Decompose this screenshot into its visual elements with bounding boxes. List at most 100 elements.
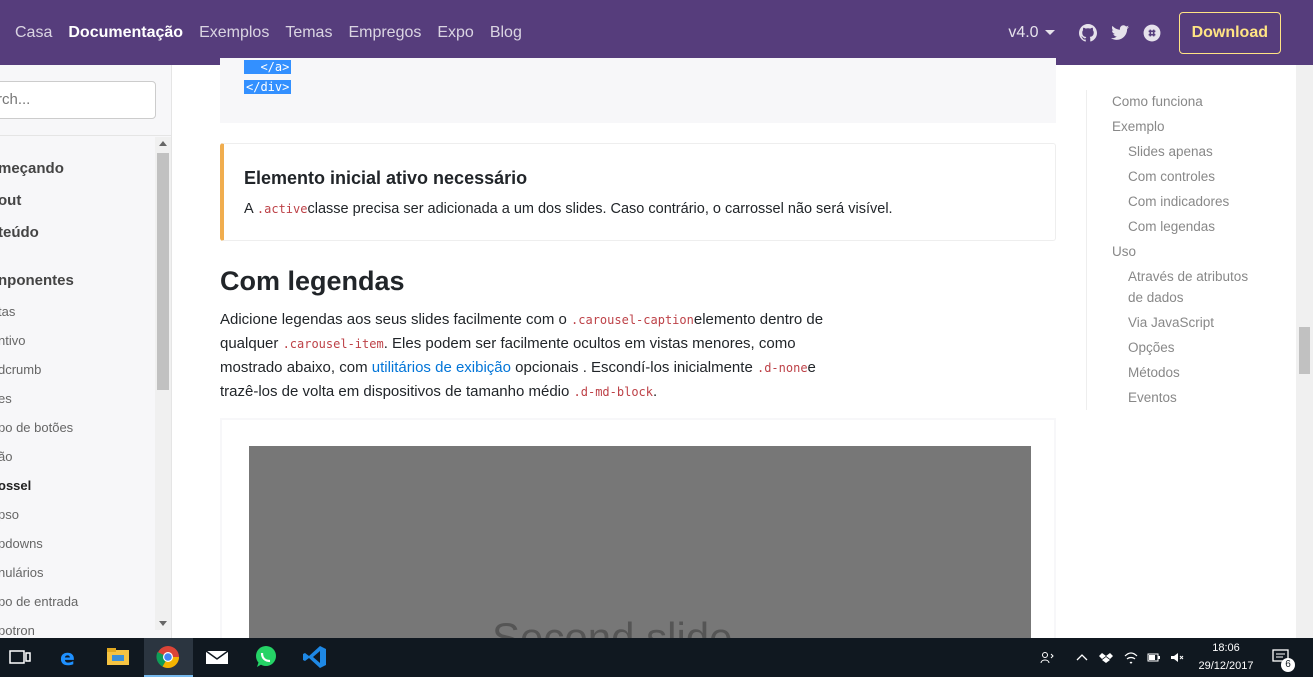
clock-date[interactable]: 29/12/2017 [1196,660,1256,672]
nav-link-empregos[interactable]: Empregos [348,24,421,42]
slack-icon[interactable] [1143,24,1161,42]
sidebar-item[interactable]: tas [0,304,15,319]
notification-count: 6 [1285,659,1291,670]
inline-code: .d-md-block [573,385,653,399]
sidebar-section-layout[interactable]: out [0,192,21,209]
sidebar-item[interactable]: ntivo [0,333,25,348]
example-box: ‹ Second slide › [220,418,1056,656]
text: trazê-los de volta em dispositivos de ta… [220,383,574,400]
scroll-up-icon[interactable] [159,141,167,146]
callout-text-prefix: A [244,201,257,217]
file-explorer-icon[interactable] [105,644,131,670]
edge-icon[interactable]: e [56,644,82,670]
chrome-icon[interactable] [155,644,181,670]
nav-links: Casa Documentação Exemplos Temas Emprego… [0,24,538,42]
table-of-contents: Como funciona Exemplo Slides apenas Com … [1086,90,1276,410]
clock-time[interactable]: 18:06 [1196,642,1256,654]
text: mostrado abaixo, com [220,359,372,376]
twitter-icon[interactable] [1110,24,1129,42]
sidebar-item[interactable]: pdowns [0,536,43,551]
task-view-icon[interactable] [7,644,33,670]
inline-code: .d-none [756,361,808,375]
warning-callout: Elemento inicial ativo necessário A .act… [220,143,1056,241]
left-sidebar: rch... meçando out teúdo nponentes tas n… [0,65,172,638]
sidebar-item[interactable]: es [0,391,12,406]
toc-item[interactable]: Com controles [1128,169,1215,184]
carousel-slide: ‹ Second slide › [249,446,1031,656]
sidebar-item[interactable]: ão [0,449,12,464]
paragraph-line: qualquer .carousel-item. Eles podem ser … [220,335,796,352]
display-utilities-link[interactable]: utilitários de exibição [372,359,511,376]
nav-right: v4.0 Download [1008,0,1281,65]
whatsapp-icon[interactable] [253,644,279,670]
toc-item[interactable]: Exemplo [1112,119,1165,134]
download-button[interactable]: Download [1178,11,1281,54]
nav-link-expo[interactable]: Expo [437,24,473,42]
code-line: </div> [244,80,292,94]
toc-item[interactable]: Via JavaScript [1128,315,1214,330]
people-icon[interactable] [1040,651,1054,664]
toc-item[interactable]: de dados [1128,290,1184,305]
sidebar-item[interactable]: nulários [0,565,44,580]
sidebar-section-conteudo[interactable]: teúdo [0,224,39,241]
chevron-down-icon [1044,30,1055,35]
toc-item[interactable]: Com indicadores [1128,194,1229,209]
sidebar-divider [0,135,171,136]
dropbox-icon[interactable] [1099,651,1113,664]
inline-code: .active [256,202,308,216]
section-title: Com legendas [220,266,405,296]
sidebar-item[interactable]: po de botões [0,420,73,435]
text: Adicione legendas aos seus slides facilm… [220,311,572,328]
version-label: v4.0 [1008,23,1039,41]
vscode-icon[interactable] [302,644,328,670]
toc-item[interactable]: Métodos [1128,365,1180,380]
nav-link-casa[interactable]: Casa [15,24,52,42]
battery-icon[interactable] [1147,651,1161,664]
github-icon[interactable] [1078,23,1097,42]
text: elemento dentro de [693,311,824,328]
search-input[interactable]: rch... [0,81,156,119]
main-scrollbar-thumb[interactable] [1299,327,1310,374]
text: e [807,359,816,376]
toc-item[interactable]: Opções [1128,340,1175,355]
sidebar-item[interactable]: po de entrada [0,594,78,609]
sidebar-section-comecando[interactable]: meçando [0,160,64,177]
inline-code: .carousel-caption [571,313,694,327]
text: . [653,383,658,400]
toc-item[interactable]: Eventos [1128,390,1177,405]
scroll-down-icon[interactable] [159,621,167,626]
sidebar-scrollbar[interactable] [155,137,171,630]
callout-text: A .activeclasse precisa ser adicionada a… [244,201,893,217]
sidebar-item[interactable]: dcrumb [0,362,41,377]
sidebar-scrollbar-thumb[interactable] [157,153,169,390]
windows-taskbar: e 18:06 29/12/2017 6 [0,638,1313,677]
sidebar-item[interactable]: potron [0,623,35,638]
sidebar-section-componentes[interactable]: nponentes [0,272,74,289]
version-dropdown[interactable]: v4.0 [1008,23,1055,42]
toc-item[interactable]: Com legendas [1128,219,1215,234]
text: opcionais . Escondí-los inicialmente [511,359,757,376]
nav-link-exemplos[interactable]: Exemplos [199,24,269,42]
code-block: </a> </div> [220,58,1056,123]
inline-code: .carousel-item [282,337,384,351]
mail-icon[interactable] [204,644,230,670]
wifi-icon[interactable] [1124,651,1138,664]
chevron-up-icon[interactable] [1075,651,1089,664]
nav-link-documentacao[interactable]: Documentação [68,24,183,42]
paragraph-line: mostrado abaixo, com utilitários de exib… [220,359,816,376]
toc-item[interactable]: Uso [1112,244,1136,259]
toc-item[interactable]: Slides apenas [1128,144,1213,159]
paragraph-line: Adicione legendas aos seus slides facilm… [220,311,823,328]
text: qualquer [220,335,283,352]
nav-link-blog[interactable]: Blog [490,24,522,42]
toc-item[interactable]: Como funciona [1112,94,1203,109]
paragraph-line: trazê-los de volta em dispositivos de ta… [220,383,657,400]
main-scrollbar[interactable] [1296,65,1313,638]
volume-muted-icon[interactable] [1170,651,1184,664]
toc-item[interactable]: Através de atributos [1128,269,1248,284]
nav-link-temas[interactable]: Temas [285,24,332,42]
top-navbar: Casa Documentação Exemplos Temas Emprego… [0,0,1313,65]
sidebar-item-carrossel[interactable]: ossel [0,478,31,493]
callout-text-suffix: classe precisa ser adicionada a um dos s… [307,201,893,217]
sidebar-item[interactable]: pso [0,507,19,522]
